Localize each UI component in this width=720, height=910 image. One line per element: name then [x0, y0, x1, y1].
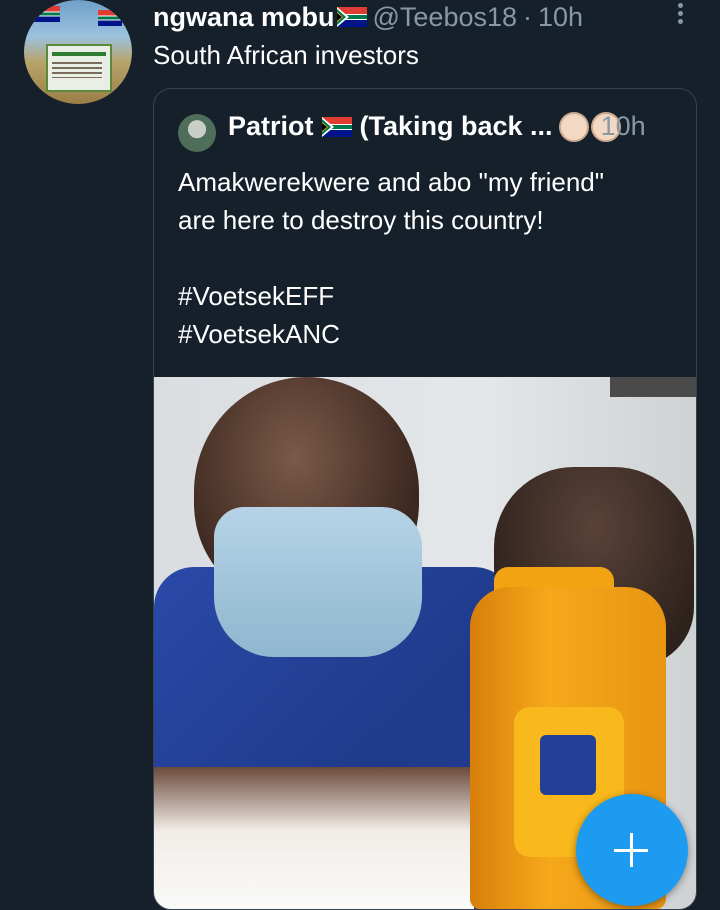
quoted-author-avatar[interactable]	[178, 114, 216, 152]
quoted-tweet-header: Patriot (Taking back ... 10h	[228, 111, 646, 142]
picture-frame	[610, 377, 696, 397]
tweet-header: ngwana mobu @Teebos18 · 10h	[153, 0, 583, 34]
raised-fist-emoji-icon	[558, 111, 589, 142]
bottle-brand-logo	[540, 735, 596, 795]
face-mask	[214, 507, 422, 657]
flag-decoration	[98, 10, 122, 26]
tweet-time[interactable]: 10h	[538, 2, 583, 33]
plus-icon	[630, 833, 633, 867]
compose-tweet-button[interactable]	[576, 794, 688, 906]
south-africa-flag-icon	[336, 7, 367, 27]
tweet-text: South African investors	[153, 40, 419, 70]
avatar-banner	[46, 44, 112, 92]
quoted-display-title: (Taking back ...	[359, 111, 553, 141]
south-africa-flag-icon	[321, 116, 352, 137]
author-name[interactable]: ngwana mobu	[153, 2, 335, 33]
author-avatar[interactable]	[24, 0, 132, 104]
quoted-tweet[interactable]: Patriot (Taking back ... 10h Amakwerekwe…	[153, 88, 697, 910]
person-arm	[154, 767, 474, 909]
more-vertical-icon[interactable]	[672, 0, 688, 28]
quoted-author-name[interactable]: Patriot	[228, 111, 314, 142]
quoted-tweet-text: Amakwerekwere and abo "my friend" are he…	[178, 167, 604, 349]
author-handle[interactable]: @Teebos18	[373, 2, 518, 33]
flag-decoration	[34, 6, 60, 22]
time-separator: ·	[523, 1, 533, 32]
quoted-tweet-time[interactable]: 10h	[601, 111, 646, 142]
